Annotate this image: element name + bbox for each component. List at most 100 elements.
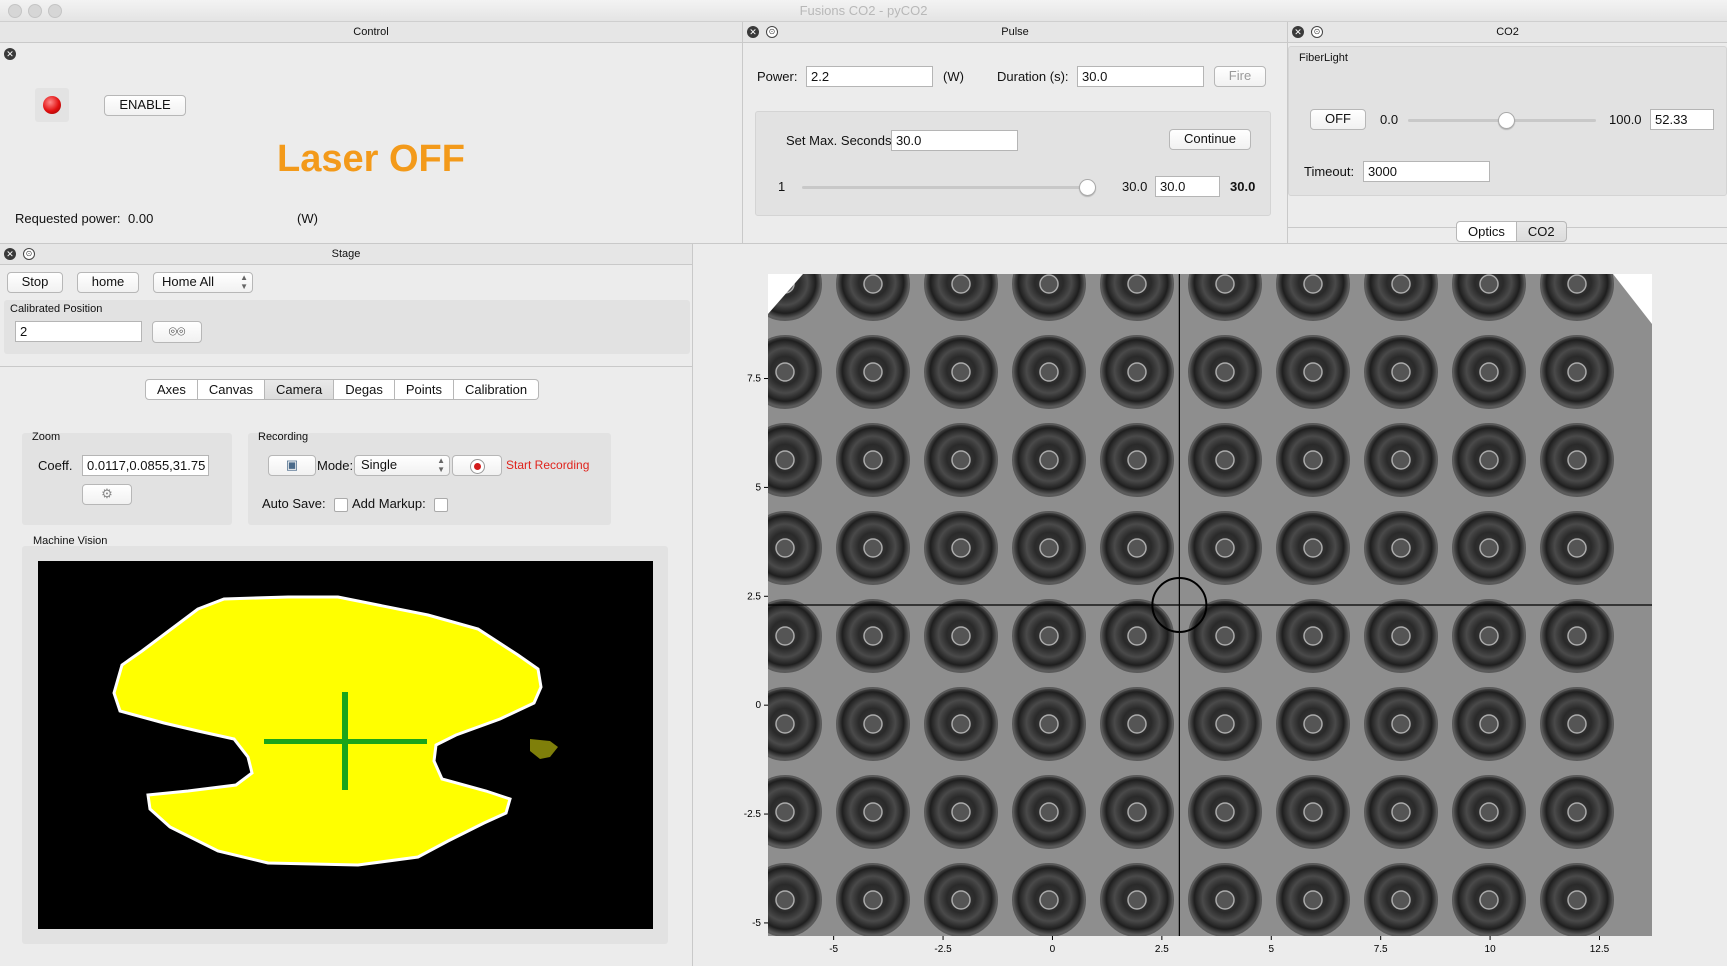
well xyxy=(1540,863,1614,936)
duration-field[interactable]: 30.0 xyxy=(1077,66,1204,87)
well xyxy=(924,274,998,321)
tab-calibration[interactable]: Calibration xyxy=(453,379,540,400)
well xyxy=(1276,335,1350,409)
y-tick-label: 2.5 xyxy=(747,591,761,602)
duration-slider-knob[interactable] xyxy=(1079,179,1096,196)
well xyxy=(1188,511,1262,585)
recording-label: Recording xyxy=(258,431,309,443)
gear-icon[interactable]: ⚙ xyxy=(82,484,132,505)
machine-vision-group xyxy=(22,546,668,944)
well xyxy=(1540,335,1614,409)
tab-degas[interactable]: Degas xyxy=(334,379,395,400)
start-recording-label[interactable]: Start Recording xyxy=(506,458,589,472)
well xyxy=(924,599,998,673)
power-label: Power: xyxy=(757,69,798,84)
well xyxy=(1540,687,1614,761)
well xyxy=(1364,423,1438,497)
calibrated-position-label: Calibrated Position xyxy=(10,303,103,315)
well xyxy=(1364,274,1438,321)
y-tick-label: 5 xyxy=(755,482,761,493)
home-select-value: Home All xyxy=(162,274,215,289)
requested-power-value: 0.00 xyxy=(128,211,154,226)
add-markup-checkbox[interactable] xyxy=(434,498,448,512)
stage-tabs: Axes Canvas Camera Degas Points Calibrat… xyxy=(145,379,540,400)
x-tick-label: 10 xyxy=(1485,944,1497,955)
well xyxy=(1012,511,1086,585)
well xyxy=(1364,599,1438,673)
tab-optics[interactable]: Optics xyxy=(1456,221,1517,242)
camera-plot[interactable]: -5 -2.5 0 2.5 5 7.5 10 12.5 7.5 5 2.5 0 -2.5 -5 xyxy=(693,244,1727,966)
well xyxy=(1188,599,1262,673)
fiberlight-off-button[interactable]: OFF xyxy=(1310,109,1366,130)
duration-slider[interactable] xyxy=(802,186,1087,189)
well xyxy=(1452,775,1526,849)
power-field[interactable]: 2.2 xyxy=(806,66,933,87)
stop-button[interactable]: Stop xyxy=(7,272,63,293)
well xyxy=(1100,423,1174,497)
window-titlebar: Fusions CO2 - pyCO2 xyxy=(0,0,1727,22)
continue-button[interactable]: Continue xyxy=(1169,129,1251,150)
tab-co2[interactable]: CO2 xyxy=(1516,221,1567,242)
close-icon[interactable]: ✕ xyxy=(4,248,16,260)
close-icon[interactable]: ✕ xyxy=(747,26,759,38)
timeout-field[interactable]: 3000 xyxy=(1363,161,1490,182)
float-icon[interactable]: ⊙ xyxy=(23,248,35,260)
well xyxy=(1276,423,1350,497)
enable-button[interactable]: ENABLE xyxy=(104,95,186,116)
well xyxy=(1452,274,1526,321)
record-button[interactable] xyxy=(452,455,502,476)
well xyxy=(924,863,998,936)
tab-canvas[interactable]: Canvas xyxy=(197,379,265,400)
home-select[interactable]: Home All ▲ ▼ xyxy=(153,272,253,293)
float-icon[interactable]: ⊙ xyxy=(1311,26,1323,38)
tab-camera[interactable]: Camera xyxy=(264,379,335,400)
camera-icon[interactable]: ▣ xyxy=(268,455,316,476)
well xyxy=(1012,274,1086,321)
calibrated-position-field[interactable]: 2 xyxy=(15,321,142,342)
add-markup-label: Add Markup: xyxy=(352,496,426,511)
float-icon[interactable]: ⊙ xyxy=(766,26,778,38)
fiberlight-slider-knob[interactable] xyxy=(1498,112,1516,129)
select-arrows-icon: ▲ ▼ xyxy=(437,456,445,474)
well xyxy=(1276,687,1350,761)
coeff-field[interactable]: 0.0117,0.0855,31.75 xyxy=(82,455,209,476)
well xyxy=(1188,423,1262,497)
autosave-checkbox[interactable] xyxy=(334,498,348,512)
well xyxy=(1100,274,1174,321)
coeff-label: Coeff. xyxy=(38,458,73,473)
max-seconds-field[interactable]: 30.0 xyxy=(891,130,1018,151)
close-icon[interactable]: ✕ xyxy=(1292,26,1304,38)
fiberlight-group: FiberLight OFF 0.0 100.0 52.33 Timeout: … xyxy=(1288,46,1727,196)
co2-panel-header: CO2 xyxy=(1288,22,1727,43)
recording-group: Recording ▣ Mode: Single ▲ ▼ Start Record… xyxy=(248,431,611,525)
x-tick-label: 0 xyxy=(1050,944,1056,955)
slider-min-label: 1 xyxy=(778,179,786,194)
well xyxy=(768,511,822,585)
well xyxy=(1276,599,1350,673)
laser-led-icon xyxy=(43,96,61,114)
well xyxy=(1452,423,1526,497)
well xyxy=(1540,274,1614,321)
slider-value-field[interactable]: 30.0 xyxy=(1155,176,1220,197)
close-icon[interactable]: ✕ xyxy=(4,48,16,60)
tab-axes[interactable]: Axes xyxy=(145,379,198,400)
tab-points[interactable]: Points xyxy=(394,379,454,400)
mode-select[interactable]: Single ▲ ▼ xyxy=(354,455,450,476)
well xyxy=(768,335,822,409)
binoculars-icon[interactable]: ⌾⌾ xyxy=(152,321,202,343)
calibrated-position-group: Calibrated Position 2 ⌾⌾ xyxy=(4,300,690,354)
well xyxy=(1452,863,1526,936)
well xyxy=(1540,511,1614,585)
fire-button[interactable]: Fire xyxy=(1214,66,1266,87)
camera-plot-area: -5 -2.5 0 2.5 5 7.5 10 12.5 7.5 5 2.5 0 -2.5 -5 xyxy=(693,244,1727,966)
duration-label: Duration (s): xyxy=(997,69,1069,84)
fiberlight-value-field[interactable]: 52.33 xyxy=(1650,109,1714,130)
slider-max-label: 30.0 xyxy=(1122,179,1148,194)
slider-value-display: 30.0 xyxy=(1230,179,1256,194)
zoom-label: Zoom xyxy=(32,431,61,443)
vision-cross-v xyxy=(342,692,348,790)
well xyxy=(768,687,822,761)
x-tick-label: 7.5 xyxy=(1374,944,1388,955)
autosave-label: Auto Save: xyxy=(262,496,326,511)
home-button[interactable]: home xyxy=(77,272,139,293)
